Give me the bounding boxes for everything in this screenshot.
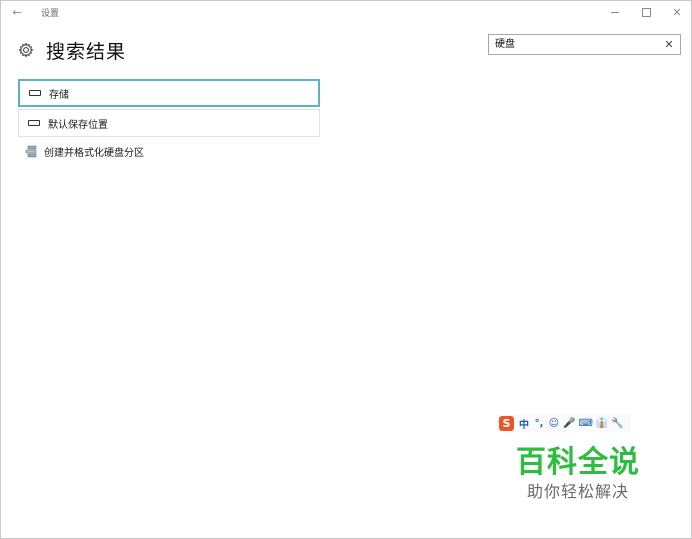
minimize-button[interactable]: [600, 1, 630, 23]
maximize-button[interactable]: [631, 1, 661, 23]
ime-mode-button[interactable]: 中: [518, 416, 530, 431]
back-button[interactable]: ←: [9, 4, 25, 20]
watermark: 百科全说 助你轻松解决: [513, 445, 643, 503]
close-icon: ✕: [672, 5, 682, 19]
search-box[interactable]: ✕: [488, 34, 681, 55]
gear-icon: [18, 42, 34, 58]
ime-emoji-icon[interactable]: ☺: [548, 416, 560, 430]
close-button[interactable]: ✕: [662, 1, 691, 23]
clear-search-button[interactable]: ✕: [662, 37, 676, 51]
sogou-logo-icon[interactable]: S: [499, 415, 514, 431]
result-label: 默认保存位置: [48, 119, 108, 131]
result-label: 存储: [49, 89, 69, 101]
result-label: 创建并格式化硬盘分区: [44, 147, 144, 159]
app-title: 设置: [41, 9, 60, 19]
ime-voice-icon[interactable]: 🎤: [563, 416, 575, 430]
ime-tools-icon[interactable]: 🔧: [611, 416, 623, 430]
search-results-list: 存储 默认保存位置 创建并格式化硬盘分区: [18, 79, 320, 163]
result-item-default-save-location[interactable]: 默认保存位置: [18, 109, 320, 137]
settings-window: ← 设置 ✕ 搜索结果 ✕ 存储: [0, 0, 692, 539]
search-input[interactable]: [495, 35, 655, 54]
watermark-title: 百科全说: [516, 445, 640, 480]
drive-icon: [27, 119, 41, 127]
ime-keyboard-icon[interactable]: ⌨: [578, 416, 592, 430]
ime-skin-icon[interactable]: 👔: [596, 416, 608, 430]
drive-icon: [28, 89, 42, 97]
page-title: 搜索结果: [46, 40, 127, 63]
clear-icon: ✕: [664, 37, 674, 51]
title-bar: ← 设置 ✕: [1, 1, 691, 23]
maximize-icon: [641, 7, 651, 17]
result-item-create-format-partition[interactable]: 创建并格式化硬盘分区: [18, 139, 320, 163]
watermark-subtitle: 助你轻松解决: [526, 482, 629, 501]
ime-punctuation-icon[interactable]: °,: [533, 416, 545, 430]
disk-management-icon: [24, 144, 38, 158]
minimize-icon: [611, 11, 619, 13]
page-header: 搜索结果: [18, 37, 126, 63]
arrow-left-icon: ←: [12, 5, 22, 19]
result-item-storage[interactable]: 存储: [18, 79, 320, 107]
ime-toolbar: S 中 °, ☺ 🎤 ⌨ 👔 🔧: [497, 414, 631, 432]
